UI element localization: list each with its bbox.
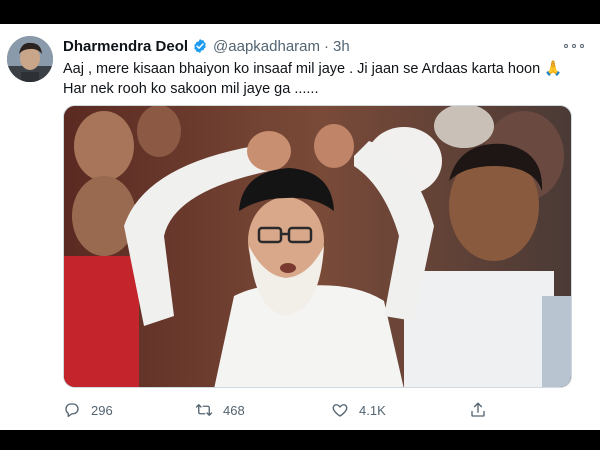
- bottom-letterbox-bar: [0, 430, 600, 450]
- tweet-timestamp[interactable]: 3h: [333, 38, 350, 55]
- verified-badge-icon: [194, 39, 206, 53]
- tweet-header: Dharmendra Deol @aapkadharam · 3h: [63, 36, 350, 56]
- author-handle[interactable]: @aapkadharam: [213, 38, 320, 55]
- top-letterbox-bar: [0, 0, 600, 24]
- like-count: 4.1K: [359, 402, 386, 418]
- retweet-button[interactable]: 468: [195, 399, 245, 421]
- tweet-text-line: Aaj , mere kisaan bhaiyon ko insaaf mil …: [63, 61, 563, 77]
- tweet-photo[interactable]: [63, 105, 572, 388]
- tweet-card[interactable]: Dharmendra Deol @aapkadharam · 3h Aaj , …: [0, 24, 600, 430]
- reply-icon: [65, 403, 79, 418]
- author-name[interactable]: Dharmendra Deol: [63, 38, 188, 55]
- tweet-actions: 296 468 4.1K: [63, 399, 493, 421]
- retweet-icon: [195, 404, 213, 416]
- more-options-icon[interactable]: [564, 38, 584, 54]
- tweet-text: Aaj , mere kisaan bhaiyon ko insaaf mil …: [63, 59, 583, 99]
- separator-dot: ·: [324, 37, 330, 55]
- retweet-count: 468: [223, 402, 245, 418]
- share-button[interactable]: [469, 399, 497, 421]
- reply-count: 296: [91, 402, 113, 418]
- tweet-photo-image: [64, 106, 571, 387]
- tweet-text-line: Har nek rooh ko sakoon mil jaye ga .....…: [63, 81, 319, 97]
- share-icon: [471, 402, 485, 417]
- heart-icon: [332, 404, 348, 417]
- like-button[interactable]: 4.1K: [331, 399, 386, 421]
- author-avatar[interactable]: [7, 36, 53, 82]
- reply-button[interactable]: 296: [63, 399, 113, 421]
